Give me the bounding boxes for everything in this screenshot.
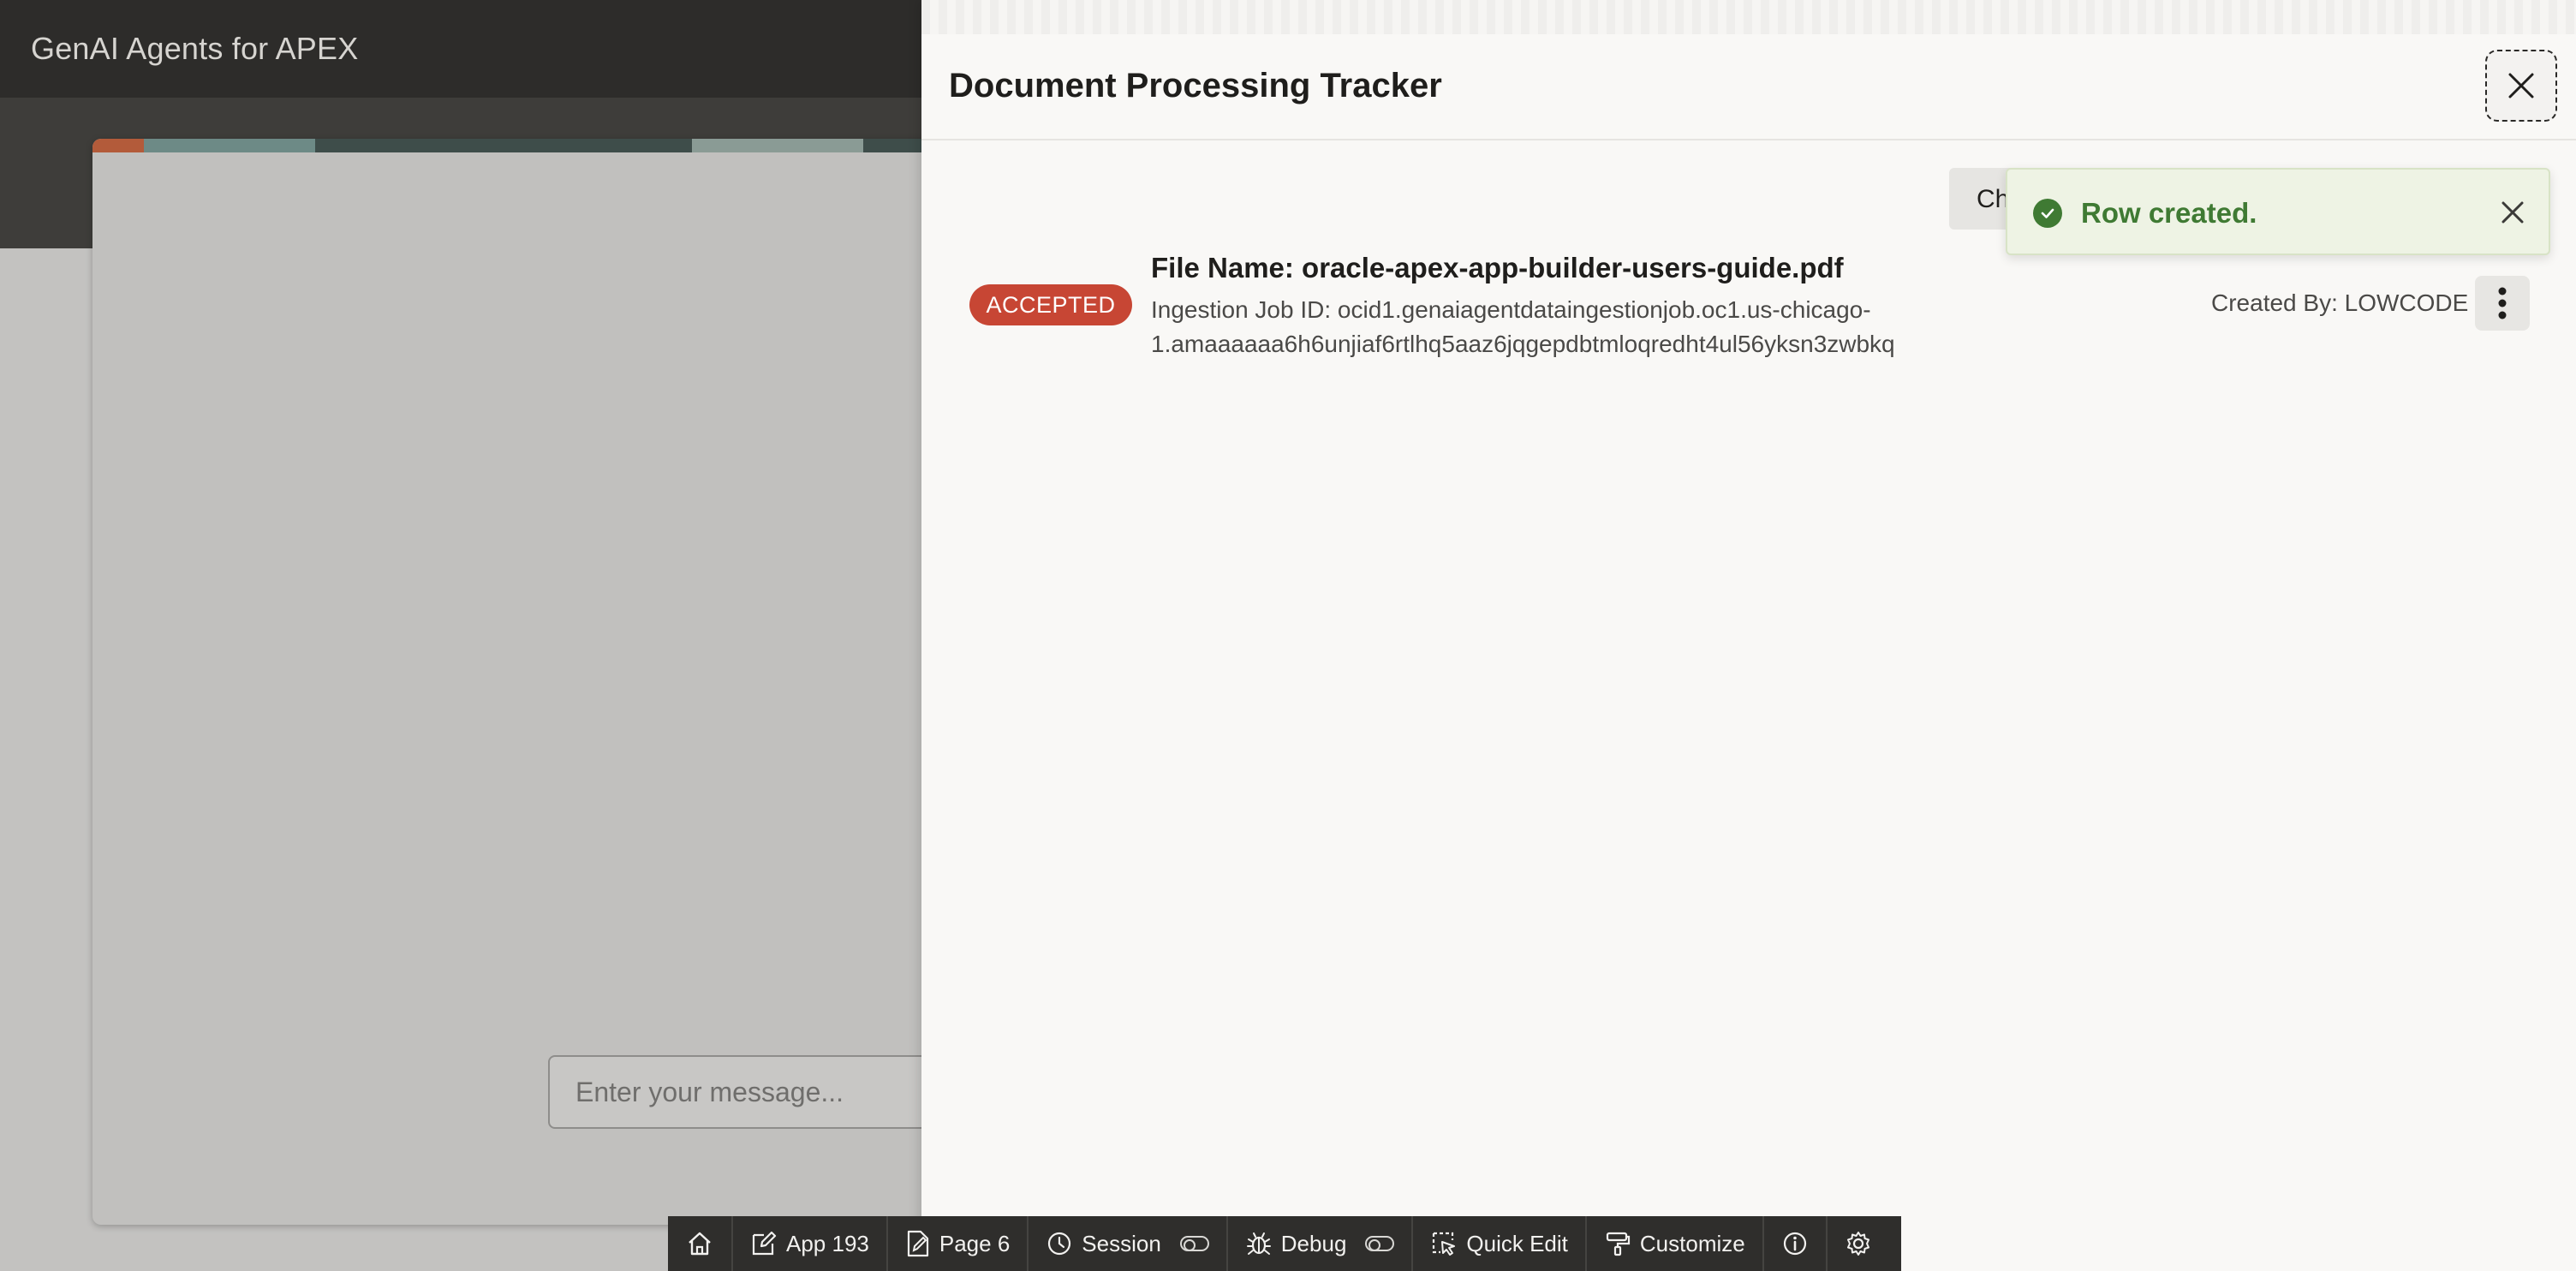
drawer-close-button[interactable] bbox=[2485, 50, 2557, 122]
toast-close-button[interactable] bbox=[2496, 195, 2530, 230]
quick-edit-icon bbox=[1433, 1232, 1456, 1256]
devbar-customize-button[interactable]: Customize bbox=[1587, 1216, 1764, 1271]
edit-icon bbox=[752, 1231, 777, 1256]
devbar-info-button[interactable] bbox=[1764, 1216, 1828, 1271]
bug-icon bbox=[1246, 1232, 1271, 1255]
paint-roller-icon bbox=[1606, 1232, 1631, 1256]
devbar-settings-button[interactable] bbox=[1828, 1216, 1889, 1271]
success-toast: Row created. bbox=[2006, 168, 2550, 255]
app-title[interactable]: GenAI Agents for APEX bbox=[31, 31, 358, 67]
home-icon bbox=[689, 1232, 711, 1256]
debug-toggle-icon[interactable] bbox=[1365, 1236, 1395, 1251]
developer-toolbar: App 193 Page 6 Session Debug Quick Edit … bbox=[668, 1216, 1901, 1271]
devbar-session-button[interactable]: Session bbox=[1029, 1216, 1228, 1271]
devbar-debug-label: Debug bbox=[1280, 1230, 1347, 1256]
row-actions-button[interactable] bbox=[2475, 276, 2530, 331]
drawer-title: Document Processing Tracker bbox=[949, 67, 1442, 104]
created-by: Created By: LOWCODE bbox=[2211, 289, 2469, 316]
kebab-menu-icon bbox=[2498, 287, 2507, 319]
devbar-session-label: Session bbox=[1082, 1230, 1161, 1256]
close-icon bbox=[2508, 73, 2534, 98]
session-icon bbox=[1048, 1232, 1071, 1256]
chat-card-banner bbox=[92, 139, 966, 152]
info-icon bbox=[1783, 1232, 1806, 1256]
devbar-home-button[interactable] bbox=[668, 1216, 733, 1271]
devbar-customize-label: Customize bbox=[1639, 1230, 1745, 1256]
toast-message: Row created. bbox=[2081, 197, 2257, 229]
drawer-top-strip bbox=[921, 0, 2576, 34]
screen: GenAI Agents for APEX Document Processin… bbox=[0, 0, 2576, 1271]
document-row: ACCEPTED File Name: oracle-apex-app-buil… bbox=[921, 240, 2576, 377]
devbar-app-button[interactable]: App 193 bbox=[733, 1216, 888, 1271]
close-icon bbox=[2501, 201, 2524, 224]
session-toggle-icon[interactable] bbox=[1179, 1236, 1209, 1251]
devbar-page-label: Page 6 bbox=[939, 1230, 1011, 1256]
devbar-debug-button[interactable]: Debug bbox=[1228, 1216, 1414, 1271]
file-name: File Name: oracle-apex-app-builder-users… bbox=[1151, 252, 1844, 283]
ingestion-job-id-line-2: 1.amaaaaaa6h6unjiaf6rtlhq5aaz6jqgepdbtml… bbox=[1151, 331, 1895, 357]
drawer-header: Document Processing Tracker bbox=[921, 34, 2576, 140]
page-edit-icon bbox=[907, 1230, 928, 1257]
ingestion-job-id-line-1: Ingestion Job ID: ocid1.genaiagentdatain… bbox=[1151, 296, 1871, 323]
devbar-app-label: App 193 bbox=[786, 1230, 869, 1256]
ingestion-job-id: Ingestion Job ID: ocid1.genaiagentdatain… bbox=[1151, 293, 1922, 361]
devbar-quick-edit-button[interactable]: Quick Edit bbox=[1413, 1216, 1587, 1271]
gear-icon bbox=[1846, 1232, 1869, 1256]
devbar-page-button[interactable]: Page 6 bbox=[888, 1216, 1029, 1271]
status-badge: ACCEPTED bbox=[969, 284, 1132, 325]
devbar-quick-edit-label: Quick Edit bbox=[1466, 1230, 1568, 1256]
check-circle-icon bbox=[2033, 199, 2062, 228]
